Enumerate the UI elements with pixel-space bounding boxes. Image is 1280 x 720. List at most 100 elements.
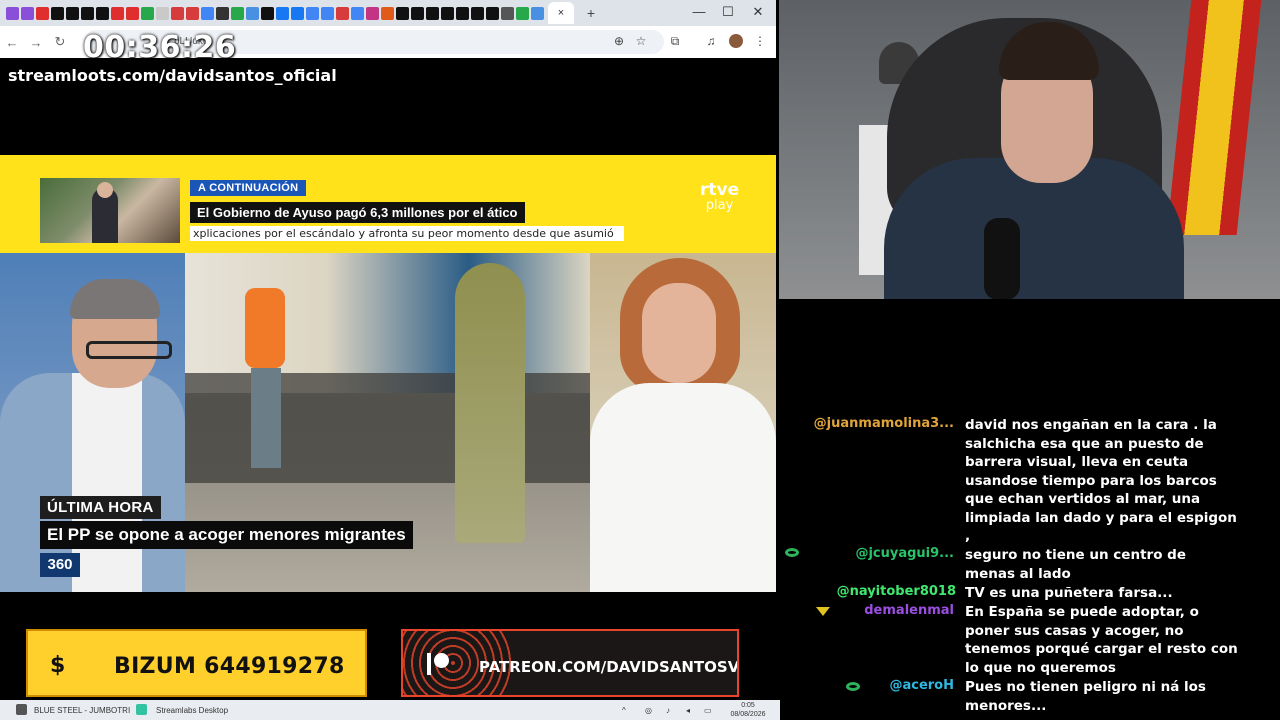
media-icon[interactable]: ♫ — [703, 34, 719, 48]
tab-favicon-icon[interactable] — [336, 6, 349, 20]
tab-favicon-icon[interactable] — [486, 6, 499, 20]
tab-favicon-icon[interactable] — [441, 6, 454, 20]
tab-favicon-icon[interactable] — [306, 6, 319, 20]
next-headline: El Gobierno de Ayuso pagó 6,3 millones p… — [190, 202, 525, 223]
tab-favicon-icon[interactable] — [66, 6, 79, 20]
chat-username: @aceroH — [889, 678, 954, 693]
dollar-icon: $ — [50, 653, 66, 678]
chat-username: demalenmal — [864, 603, 954, 618]
menu-icon[interactable]: ⋮ — [752, 34, 768, 48]
bizum-text: BIZUM 644919278 — [114, 654, 345, 679]
footage-child — [245, 288, 285, 368]
next-program-thumbnail — [40, 178, 180, 243]
tab-favicon-icon[interactable] — [456, 6, 469, 20]
member-badge-icon — [785, 548, 799, 557]
logo-rtve: rtve — [700, 180, 740, 200]
profile-icon[interactable] — [729, 34, 743, 48]
extensions-icon[interactable]: ⧉ — [667, 34, 683, 49]
tab-favicon-icon[interactable] — [51, 6, 64, 20]
program-logo: 360 — [40, 553, 80, 577]
tab-favicon-icon[interactable] — [96, 6, 109, 20]
clock-date: 08/08/2026 — [730, 711, 766, 718]
chat-text: Pues no tienen peligro ni ná los menores… — [965, 679, 1206, 714]
next-program-banner: A CONTINUACIÓN El Gobierno de Ayuso pagó… — [0, 155, 776, 253]
tab-favicon-icon[interactable] — [411, 6, 424, 20]
tab-favicon-icon[interactable] — [216, 6, 229, 20]
presenter-hair — [70, 279, 160, 319]
tab-favicon-icon[interactable] — [6, 6, 19, 20]
minimize-button[interactable]: — — [690, 4, 708, 19]
tab-favicon-icon[interactable] — [501, 6, 514, 20]
patreon-text: PATREON.COM/DAVIDSANTOSVLOG — [479, 658, 739, 676]
tab-favicon-icon[interactable] — [81, 6, 94, 20]
footage-shade — [185, 373, 590, 483]
tab-favicon-icon[interactable] — [351, 6, 364, 20]
chat-overlay: @juanmamolina3... david nos engañan en l… — [780, 413, 1280, 720]
chat-username: @jcuyagui9... — [855, 546, 954, 561]
tab-strip: × + — [0, 0, 776, 26]
forward-icon[interactable]: → — [24, 35, 48, 50]
chat-text: TV es una puñetera farsa... — [965, 585, 1173, 601]
new-tab-button[interactable]: + — [582, 5, 600, 21]
breaking-tag: ÚLTIMA HORA — [40, 496, 161, 519]
next-tag: A CONTINUACIÓN — [190, 180, 307, 196]
footage-robed-figure — [455, 263, 525, 543]
tab-favicon-icon[interactable] — [321, 6, 334, 20]
tab-favicon-icon[interactable] — [366, 6, 379, 20]
restore-button[interactable]: ☐ — [719, 4, 737, 20]
tv-broadcast: A CONTINUACIÓN El Gobierno de Ayuso pagó… — [0, 155, 776, 592]
taskbar-item-streamlabs[interactable]: Streamlabs Desktop — [156, 706, 228, 715]
streamlabs-icon[interactable] — [136, 704, 147, 715]
patreon-banner: PATREON.COM/DAVIDSANTOSVLOG — [401, 629, 739, 697]
tab-favicon-icon[interactable] — [231, 6, 244, 20]
volume-icon[interactable]: ◂ — [686, 706, 690, 715]
streamloots-link: streamloots.com/davidsantos_oficial — [8, 66, 337, 85]
chat-username: @juanmamolina3... — [813, 416, 954, 431]
tab-favicon-icon[interactable] — [291, 6, 304, 20]
tab-favicon-icon[interactable] — [276, 6, 289, 20]
tab-favicon-icon[interactable] — [426, 6, 439, 20]
star-icon[interactable]: ☆ — [633, 34, 649, 48]
tab-favicon-icon[interactable] — [126, 6, 139, 20]
footage-child-legs — [251, 368, 281, 468]
window-close-button[interactable]: ✕ — [749, 4, 767, 20]
network-icon[interactable]: ◎ — [645, 706, 652, 715]
back-icon[interactable]: ← — [0, 35, 24, 50]
tab-favicon-icon[interactable] — [156, 6, 169, 20]
microphone — [984, 218, 1020, 299]
tab-favicon-icon[interactable] — [201, 6, 214, 20]
presenter-glasses — [86, 341, 172, 359]
tab-favicon-icon[interactable] — [111, 6, 124, 20]
tab-close-button[interactable]: × — [548, 2, 574, 24]
tab-favicon-icon[interactable] — [531, 6, 544, 20]
tab-favicon-icon[interactable] — [141, 6, 154, 20]
logo-play: play — [705, 198, 734, 213]
reload-icon[interactable]: ↻ — [48, 34, 72, 50]
guest-panel — [590, 253, 776, 592]
stream-layout: × + — ☐ ✕ ← → ↻ bLUdk6l ⊕ ☆ ⧉ ♫ ⋮ 00:36:… — [0, 0, 1280, 720]
tab-favicon-icon[interactable] — [381, 6, 394, 20]
patreon-icon — [427, 653, 449, 675]
tab-favicon-icon[interactable] — [36, 6, 49, 20]
tab-favicon-icon[interactable] — [396, 6, 409, 20]
taskbar-clock[interactable]: 0:05 08/08/2026 — [720, 701, 776, 719]
tab-favicon-icon[interactable] — [21, 6, 34, 20]
tab-favicon-icon[interactable] — [186, 6, 199, 20]
taskbar-item-video[interactable]: BLUE STEEL - JUMBOTRI — [34, 706, 130, 715]
tab-favicon-icon[interactable] — [261, 6, 274, 20]
app-icon[interactable] — [16, 704, 27, 715]
battery-icon[interactable]: ▭ — [704, 706, 712, 715]
tab-favicon-icon[interactable] — [471, 6, 484, 20]
chat-text: seguro no tiene un centro de menas al la… — [965, 547, 1186, 582]
close-icon[interactable]: × — [558, 7, 564, 19]
tray-chevron-icon[interactable]: ^ — [622, 706, 626, 715]
chat-text: david nos engañan en la cara . la salchi… — [965, 417, 1237, 544]
moderator-badge-icon — [816, 607, 830, 616]
zoom-icon[interactable]: ⊕ — [611, 34, 627, 48]
rtve-play-logo: rtve play — [700, 180, 740, 214]
tab-favicon-icon[interactable] — [516, 6, 529, 20]
tab-favicon-icon[interactable] — [246, 6, 259, 20]
member-badge-icon — [846, 682, 860, 691]
mic-icon[interactable]: ♪ — [666, 706, 670, 715]
tab-favicon-icon[interactable] — [171, 6, 184, 20]
